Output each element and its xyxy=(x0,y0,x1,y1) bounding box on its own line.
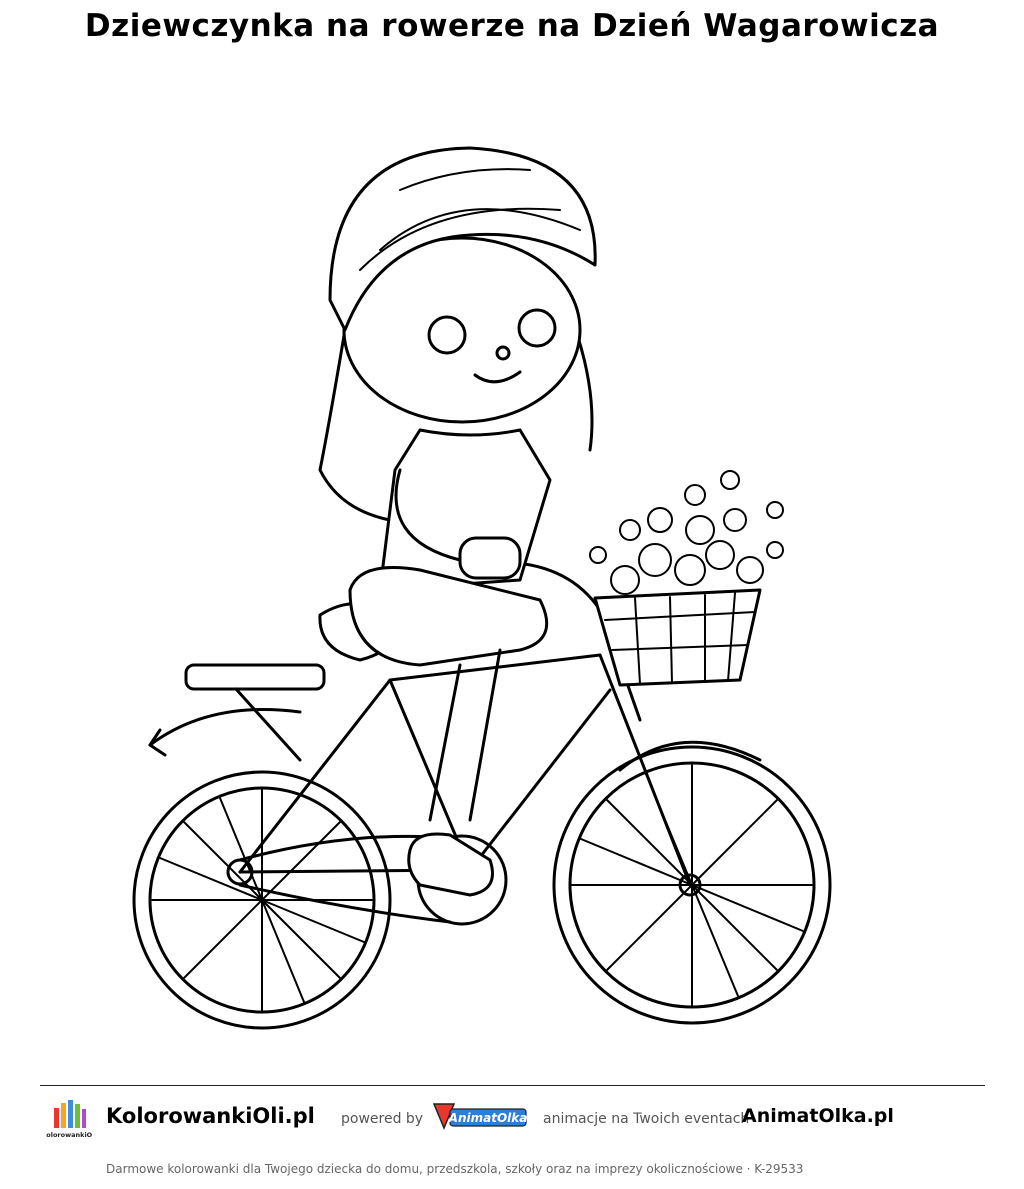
crayon-orange xyxy=(61,1103,66,1128)
rear-wheel xyxy=(132,770,392,1030)
crayon-green xyxy=(75,1104,80,1128)
crayon-red xyxy=(54,1108,59,1128)
animatolka-logo-icon[interactable]: AnimatOlka xyxy=(430,1100,530,1134)
logo-text: KolorowankiOli xyxy=(46,1131,92,1139)
footer-divider xyxy=(40,1085,985,1086)
coloring-illustration xyxy=(132,146,832,1030)
kolorowanki-logo-icon[interactable]: KolorowankiOli xyxy=(46,1096,92,1142)
tagline: animacje na Twoich eventach xyxy=(543,1111,750,1127)
crayon-purple xyxy=(82,1109,86,1128)
partner-site-link[interactable]: AnimatOlka.pl xyxy=(742,1105,894,1127)
footer: KolorowankiOli KolorowankiOli.pl powered… xyxy=(40,1092,985,1144)
footer-note: Darmowe kolorowanki dla Twojego dziecka … xyxy=(106,1162,804,1176)
brand-name[interactable]: KolorowankiOli.pl xyxy=(106,1104,315,1128)
crayon-blue xyxy=(68,1100,73,1128)
partner-logo-text: AnimatOlka xyxy=(448,1111,528,1125)
front-wheel xyxy=(552,745,832,1025)
girl xyxy=(318,146,597,897)
flower-basket xyxy=(589,470,784,687)
powered-by-label: powered by xyxy=(341,1111,424,1127)
page-title: Dziewczynka na rowerze na Dzień Wagarowi… xyxy=(84,8,940,44)
